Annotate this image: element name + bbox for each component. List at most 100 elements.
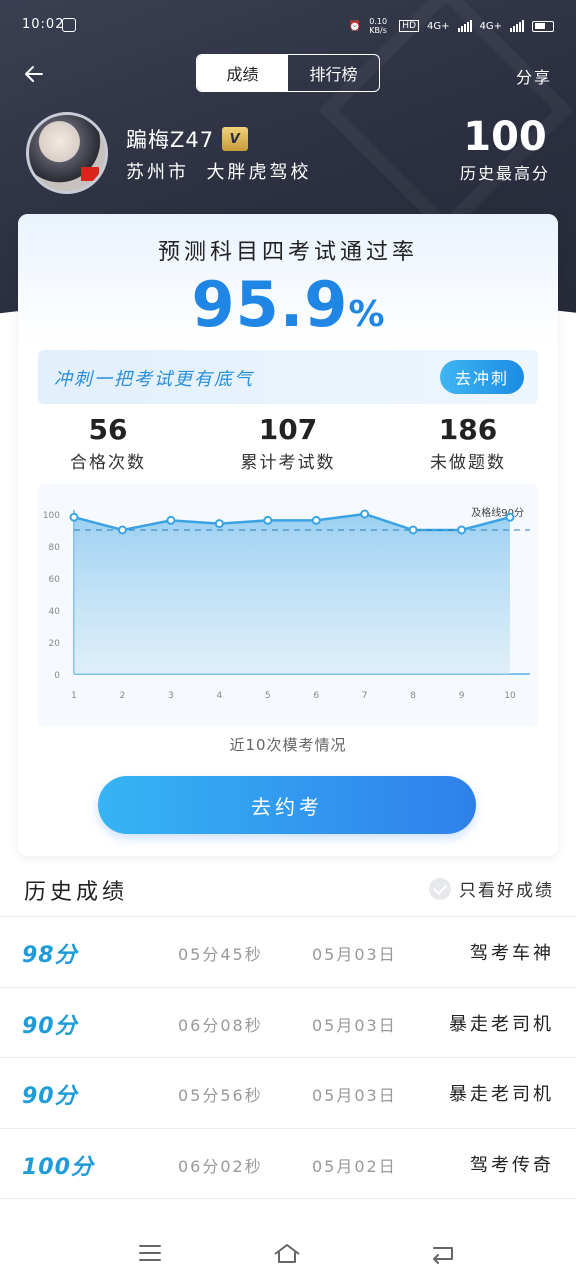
x-tick-label: 5 — [265, 691, 271, 701]
score-point — [263, 515, 273, 525]
score-chart: 0 20 40 60 80 100 1 2 3 4 5 6 7 8 9 10 及格线90分 — [38, 484, 538, 726]
sprint-banner[interactable]: 冲刺一把考试更有底气 去冲刺 — [38, 350, 538, 404]
profile-section: 蹁梅Z47 V 苏州市 大胖虎驾校 100 历史最高分 — [0, 108, 576, 198]
avatar[interactable] — [26, 112, 108, 194]
history-score: 90分 — [22, 1013, 78, 1039]
signal-icon — [457, 20, 472, 32]
history-row[interactable]: 90分 05分56秒 05月03日 暴走老司机 — [0, 1058, 576, 1129]
history-duration: 06分08秒 — [178, 1015, 263, 1035]
menu-icon[interactable] — [135, 1240, 165, 1266]
stat-value: 186 — [438, 413, 498, 446]
best-score-value: 100 — [463, 114, 547, 160]
back-icon[interactable] — [428, 1240, 458, 1266]
school-name: 大胖虎驾校 — [206, 162, 312, 183]
best-score: 100 历史最高分 — [460, 114, 550, 184]
hd-badge: HD — [399, 20, 419, 32]
tab-ranking[interactable]: 排行榜 — [288, 55, 379, 91]
y-tick-label: 20 — [49, 639, 61, 649]
stat-total-exams: 107 累计考试数 — [198, 412, 378, 476]
x-tick-label: 6 — [313, 691, 319, 701]
prediction-card: 预测科目四考试通过率 95.9% 冲刺一把考试更有底气 去冲刺 56 合格次数 … — [18, 214, 558, 856]
y-tick-label: 80 — [49, 543, 61, 553]
score-area — [74, 514, 510, 674]
score-point — [69, 512, 79, 522]
tab-switcher: 成绩 排行榜 — [196, 54, 380, 92]
tab-scores[interactable]: 成绩 — [197, 55, 288, 91]
y-tick-label: 0 — [54, 671, 60, 681]
school-info: 苏州市 大胖虎驾校 — [126, 158, 311, 184]
alarm-icon: ⏰ — [348, 20, 362, 32]
x-tick-label: 7 — [362, 691, 368, 701]
score-point — [214, 519, 224, 529]
stat-label: 未做题数 — [430, 453, 506, 473]
status-icons: ⏰ 0.10 KB/s HD 4G+ 4G+ — [349, 17, 554, 35]
prediction-value: 95.9% — [18, 268, 558, 341]
avatar-flag — [81, 167, 99, 181]
network-label-2: 4G+ — [479, 20, 503, 32]
x-tick-label: 9 — [459, 691, 465, 701]
history-duration: 06分02秒 — [178, 1156, 263, 1176]
share-button[interactable]: 分享 — [516, 64, 552, 88]
vip-badge-icon: V — [222, 127, 249, 151]
history-duration: 05分56秒 — [178, 1086, 263, 1105]
city: 苏州市 — [126, 162, 189, 183]
good-scores-filter[interactable]: 只看好成绩 — [429, 876, 554, 901]
x-tick-label: 3 — [168, 691, 174, 701]
score-chart-svg: 0 20 40 60 80 100 1 2 3 4 5 6 7 8 9 10 及格线90分 — [43, 506, 530, 701]
history-header: 历史成绩 只看好成绩 — [0, 862, 576, 914]
history-score: 90分 — [22, 1084, 78, 1109]
history-date: 05月02日 — [312, 1156, 397, 1176]
stat-value: 107 — [258, 413, 318, 446]
book-exam-button[interactable]: 去约考 — [98, 776, 476, 834]
prediction-title: 预测科目四考试通过率 — [157, 240, 418, 265]
best-score-label: 历史最高分 — [459, 164, 550, 183]
y-tick-label: 60 — [49, 575, 61, 585]
score-point — [408, 525, 418, 535]
home-icon[interactable] — [272, 1240, 302, 1266]
history-title-badge: 驾考传奇 — [470, 1154, 554, 1176]
history-duration: 05分45秒 — [178, 945, 263, 964]
pass-rate-value: 95.9 — [191, 268, 349, 341]
chart-caption: 近10次模考情况 — [229, 736, 347, 754]
history-title-badge: 暴走老司机 — [449, 1084, 554, 1105]
history-row[interactable]: 90分 06分08秒 05月03日 暴走老司机 — [0, 988, 576, 1058]
score-point — [457, 525, 467, 535]
x-tick-label: 2 — [120, 691, 126, 701]
stats-row: 56 合格次数 107 累计考试数 186 未做题数 — [18, 412, 558, 476]
x-tick-label: 10 — [504, 691, 516, 701]
score-point — [311, 515, 321, 525]
x-tick-label: 1 — [71, 691, 77, 701]
username: 蹁梅Z47 — [126, 128, 215, 152]
stat-label: 累计考试数 — [240, 453, 336, 473]
back-arrow-icon[interactable] — [22, 62, 46, 86]
history-title-badge: 驾考车神 — [470, 943, 554, 964]
network-label-1: 4G+ — [427, 20, 450, 32]
history-list: 98分 05分45秒 05月03日 驾考车神 90分 06分08秒 05月03日 暴走老司机 9… — [0, 916, 576, 1226]
score-point — [360, 509, 370, 519]
net-speed: 0.10 KB/s — [369, 17, 388, 35]
pass-rate-unit: % — [348, 294, 385, 335]
sprint-button[interactable]: 去冲刺 — [440, 360, 524, 394]
signal-icon-2 — [510, 20, 524, 32]
history-score: 98分 — [22, 943, 78, 968]
score-point — [505, 512, 515, 522]
stat-label: 合格次数 — [70, 453, 146, 473]
history-title-badge: 暴走老司机 — [449, 1013, 554, 1035]
stat-undone: 186 未做题数 — [378, 412, 558, 476]
top-nav: 成绩 排行榜 分享 — [0, 52, 576, 96]
app-notification-icon — [62, 18, 76, 32]
checkbox-icon[interactable] — [429, 877, 451, 900]
y-tick-label: 40 — [49, 607, 61, 617]
stat-passed: 56 合格次数 — [18, 412, 198, 476]
y-tick-label: 100 — [43, 511, 60, 521]
status-time: 10:02 — [22, 17, 65, 32]
score-point — [117, 525, 127, 535]
history-title: 历史成绩 — [24, 880, 129, 905]
history-row[interactable]: 98分 05分45秒 05月03日 驾考车神 — [0, 917, 576, 988]
battery-icon — [532, 20, 554, 32]
history-date: 05月03日 — [312, 1086, 397, 1105]
stat-value: 56 — [88, 413, 128, 446]
pass-line-label: 及格线90分 — [471, 506, 524, 519]
history-score: 100分 — [22, 1154, 94, 1180]
history-row[interactable]: 100分 06分02秒 05月02日 驾考传奇 — [0, 1129, 576, 1199]
